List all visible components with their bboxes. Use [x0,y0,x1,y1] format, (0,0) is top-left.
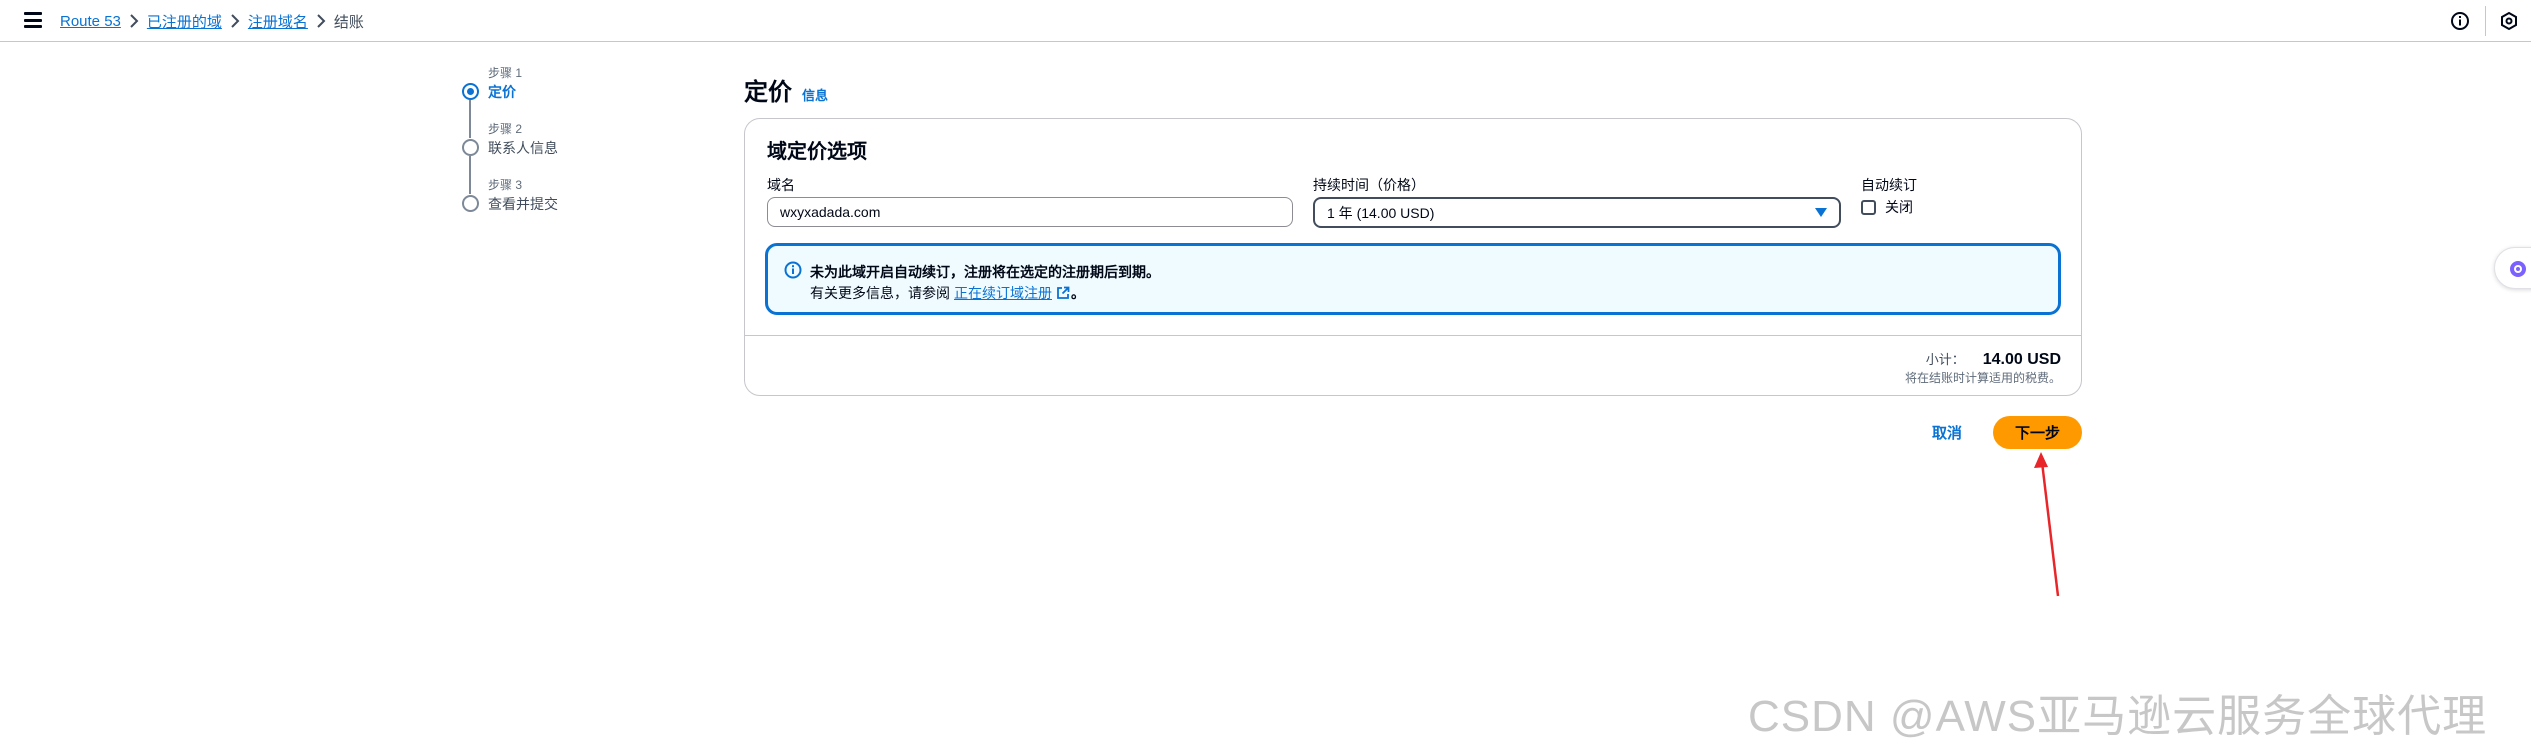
breadcrumb-current-checkout: 结账 [333,13,364,31]
assistant-icon [2510,261,2526,277]
subtotal-value: 14.00 USD [1982,351,2061,368]
auto-renew-label: 自动续订 [1861,177,1917,193]
domain-pricing-options-card: 域定价选项 域名 持续时间（价格） 1 年 (14.00 USD) 自动续订 关… [744,118,2082,396]
subtotal-label: 小计： [1925,352,1965,367]
auto-renew-toggle[interactable]: 关闭 [1861,197,1913,217]
info-circle-icon[interactable] [2450,11,2470,31]
card-title: 域定价选项 [767,141,867,163]
subtotal-row: 小计： 14.00 USD [1926,349,2061,369]
top-navigation-bar: Route 53 已注册的域 注册域名 结账 [0,0,2531,42]
info-link[interactable]: 信息 [802,85,828,104]
breadcrumb: Route 53 已注册的域 注册域名 结账 [60,0,364,42]
step-indicator-active-icon [462,83,479,100]
alert-body-suffix: 。 [1071,285,1085,301]
domain-name-input[interactable] [767,197,1293,227]
domain-name-label: 域名 [767,177,795,193]
step-pricing[interactable]: 步骤 1 定价 [462,62,612,118]
step-contact-info: 步骤 2 联系人信息 [462,118,612,174]
page-title: 定价 信息 [744,72,828,107]
info-circle-icon [784,261,802,279]
duration-select[interactable]: 1 年 (14.00 USD) [1313,197,1841,228]
chevron-right-icon [308,13,334,29]
step-indicator-icon [462,139,479,156]
caret-down-icon [1815,208,1827,217]
chevron-right-icon [121,13,147,29]
tax-note: 将在结账时计算适用的税费。 [1904,371,2061,385]
breadcrumb-register-domain[interactable]: 注册域名 [248,11,308,32]
step-review-submit: 步骤 3 查看并提交 [462,174,612,230]
menu-icon[interactable] [24,12,42,28]
watermark-text: CSDN @AWS亚马逊云服务全球代理 [1748,692,2488,741]
step-title: 查看并提交 [488,196,558,212]
breadcrumb-route53[interactable]: Route 53 [60,13,121,30]
alert-title: 未为此域开启自动续订，注册将在选定的注册期后到期。 [810,264,1160,280]
floating-assistant-widget[interactable] [2494,247,2531,289]
auto-renew-info-alert: 未为此域开启自动续订，注册将在选定的注册期后到期。 有关更多信息，请参阅 正在续… [765,243,2061,315]
renew-domain-registration-link[interactable]: 正在续订域注册 [954,283,1052,303]
page-title-text: 定价 [744,79,792,106]
annotation-arrow-icon [2034,452,2060,597]
alert-body: 有关更多信息，请参阅 正在续订域注册 。 [810,283,1085,303]
chevron-right-icon [222,13,248,29]
duration-selected-value: 1 年 (14.00 USD) [1327,204,1435,221]
next-step-button[interactable]: 下一步 [1993,416,2082,449]
cancel-button[interactable]: 取消 [1932,422,1962,443]
alert-body-text: 有关更多信息，请参阅 [810,285,950,301]
auto-renew-checkbox[interactable] [1861,199,1876,215]
step-indicator-icon [462,195,479,212]
step-title: 联系人信息 [488,140,558,156]
external-link-icon[interactable] [1056,286,1070,300]
auto-renew-option-label: 关闭 [1885,199,1913,215]
toolbar-divider [2485,6,2486,36]
duration-label: 持续时间（价格） [1313,177,1425,193]
step-number: 步骤 3 [488,178,523,192]
wizard-steps-navigation: 步骤 1 定价 步骤 2 联系人信息 步骤 3 查看并提交 [462,62,612,230]
card-divider [745,335,2081,336]
step-title: 定价 [488,84,516,100]
breadcrumb-registered-domains[interactable]: 已注册的域 [147,11,222,32]
settings-hexagon-icon[interactable] [2499,11,2519,31]
step-number: 步骤 2 [488,122,523,136]
step-number: 步骤 1 [488,66,523,80]
